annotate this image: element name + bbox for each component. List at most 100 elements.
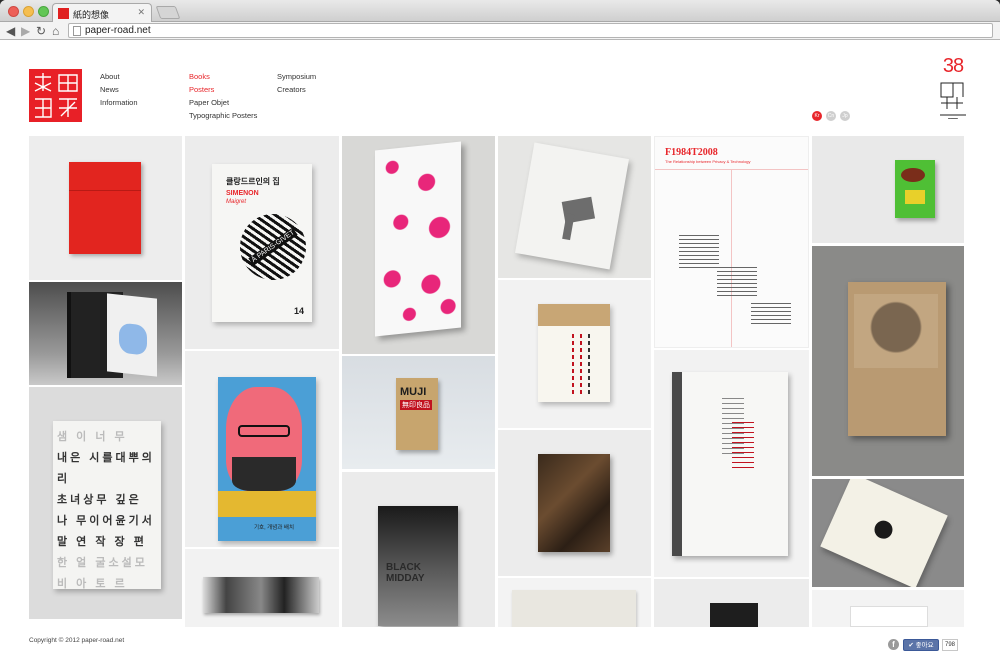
cover-title: MUJI	[400, 386, 427, 398]
close-window-button[interactable]	[8, 6, 19, 17]
copyright-text: Copyright © 2012 paper-road.net	[29, 637, 125, 644]
beard-icon	[232, 457, 296, 491]
glasses-icon	[238, 425, 290, 437]
book-tile[interactable]	[498, 136, 651, 278]
book-tile[interactable]	[342, 136, 495, 354]
minimize-window-button[interactable]	[23, 6, 34, 17]
book-tile[interactable]: MUJI 無印良品	[342, 356, 495, 469]
book-tile[interactable]: 클랑드르인의 집 SIMENON Maigret À PARIS-GIVET 1…	[185, 136, 339, 349]
sticker-icon	[905, 190, 925, 204]
book-tile[interactable]	[29, 136, 182, 280]
tab-close-icon[interactable]: ✕	[137, 7, 145, 18]
poster-title: F1984T2008	[665, 147, 718, 158]
cover-line: 초녀상무 깊은	[57, 494, 142, 506]
forward-button[interactable]: ▶	[21, 23, 30, 39]
nav-typographic-posters[interactable]: Typographic Posters	[189, 109, 257, 122]
book-cover	[538, 454, 610, 552]
facebook-icon[interactable]: f	[888, 639, 899, 650]
site-logo[interactable]	[29, 69, 82, 122]
book-tile[interactable]	[498, 280, 651, 428]
page-icon	[73, 26, 81, 36]
cover-line: 샘 이 너 무	[57, 431, 128, 443]
book-tile[interactable]	[812, 246, 964, 476]
logo-glyph-icon	[34, 73, 78, 118]
nav-about[interactable]: About	[100, 70, 138, 83]
new-tab-button[interactable]	[155, 6, 181, 19]
nav-events: Symposium Creators	[277, 70, 316, 96]
cover-title: 클랑드르인의 집	[226, 177, 280, 186]
page-content: About News Information Books Posters Pap…	[0, 41, 1000, 662]
book-tile[interactable]: 샘 이 너 무 내은 시를대뿌의리 초녀상무 깊은 나 무이어윤기서 말 연 작…	[29, 387, 182, 619]
browser-toolbar: ◀ ▶ ↻ ⌂ paper-road.net	[0, 22, 1000, 40]
book-cover	[820, 479, 948, 587]
zoom-window-button[interactable]	[38, 6, 49, 17]
nav-paper-objet[interactable]: Paper Objet	[189, 96, 257, 109]
book-cover	[895, 160, 935, 218]
cover-line: 나 무이어윤기서	[57, 515, 155, 527]
brand-number: 38	[942, 55, 964, 77]
lang-jp-button[interactable]: Jp	[840, 111, 850, 121]
cover-title: BLACK MIDDAY	[386, 562, 425, 584]
brand-glyph-icon: ━━━━	[940, 82, 966, 121]
book-tile[interactable]	[185, 549, 339, 627]
cover-number: 14	[293, 306, 304, 316]
book-cover: MUJI 無印良品	[396, 378, 438, 450]
tab-title: 紙的想像	[73, 10, 110, 20]
like-button[interactable]: ✔ 좋아요	[903, 639, 939, 651]
browser-window: 紙的想像 ✕ ◀ ▶ ↻ ⌂ paper-road.net About News…	[0, 0, 1000, 662]
book-tile[interactable]	[812, 590, 964, 627]
book-cover: BLACK MIDDAY	[378, 506, 458, 626]
book-cover	[850, 606, 928, 627]
nav-information[interactable]: Information	[100, 96, 138, 109]
nav-news[interactable]: News	[100, 83, 138, 96]
cover-line: 내은 시를대뿌의리	[57, 452, 155, 485]
cover-caption: 기호, 개념과 배치	[254, 525, 295, 531]
lang-kr-button[interactable]: Kr	[812, 111, 822, 121]
home-button[interactable]: ⌂	[52, 23, 59, 39]
svg-text:━━━━: ━━━━	[947, 116, 958, 121]
cover-cursive: Maigret	[226, 199, 247, 205]
cover-line: 비 아 토 르	[57, 578, 128, 590]
book-cover	[710, 603, 758, 627]
book-cover	[848, 282, 946, 436]
back-button[interactable]: ◀	[6, 23, 15, 39]
cover-line: 한 얼 굴소설모	[57, 557, 148, 569]
book-tile[interactable]	[498, 578, 651, 627]
reload-button[interactable]: ↻	[36, 23, 46, 39]
cover-author: SIMENON	[226, 190, 259, 197]
brand-38-mark: 38 ━━━━	[937, 55, 969, 125]
title-bar: 紙的想像 ✕	[0, 0, 1000, 22]
nav-creators[interactable]: Creators	[277, 83, 316, 96]
cover-line: 말 연 작 장 편	[57, 536, 147, 548]
lang-cn-button[interactable]: Cn	[826, 111, 836, 121]
book-cover	[515, 142, 629, 270]
book-cover	[512, 590, 636, 627]
cover-subtitle: 無印良品	[400, 400, 432, 410]
book-cover	[672, 372, 788, 556]
book-tile[interactable]	[498, 430, 651, 576]
book-cover: 클랑드르인의 집 SIMENON Maigret À PARIS-GIVET 1…	[212, 164, 312, 322]
book-tile[interactable]	[812, 136, 964, 243]
nav-posters[interactable]: Posters	[189, 83, 257, 96]
book-tile[interactable]	[29, 282, 182, 385]
nav-works: Books Posters Paper Objet Typographic Po…	[189, 70, 257, 122]
url-text: paper-road.net	[85, 25, 151, 36]
favicon-icon	[58, 8, 69, 19]
book-cover	[538, 304, 610, 402]
address-bar[interactable]: paper-road.net	[68, 23, 993, 38]
book-page	[107, 293, 157, 377]
nav-primary: About News Information	[100, 70, 138, 109]
poster-tile[interactable]: F1984T2008 The Relationship between Priv…	[654, 136, 809, 348]
book-tile[interactable]	[654, 350, 809, 577]
book-tile[interactable]: BLACK MIDDAY	[342, 472, 495, 627]
portrait-icon	[854, 294, 938, 368]
nav-books[interactable]: Books	[189, 70, 257, 83]
book-tile[interactable]	[812, 479, 964, 587]
book-cover: 기호, 개념과 배치	[218, 377, 316, 541]
book-tile[interactable]	[654, 579, 809, 627]
book-spread	[203, 577, 319, 613]
nav-symposium[interactable]: Symposium	[277, 70, 316, 83]
book-tile[interactable]: 기호, 개념과 배치	[185, 351, 339, 547]
book-cover	[69, 162, 141, 254]
browser-tab[interactable]: 紙的想像 ✕	[52, 3, 152, 22]
